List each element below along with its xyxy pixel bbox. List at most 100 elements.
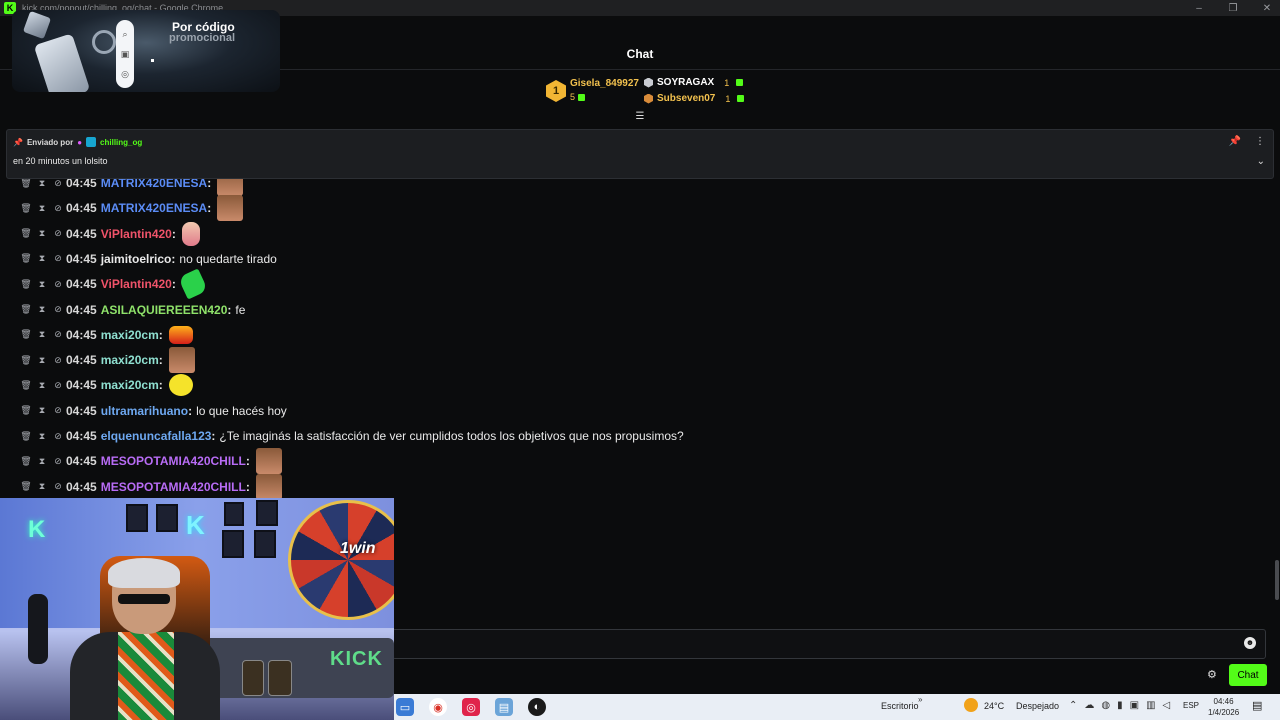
ban-icon[interactable]: ⊘ [50,304,66,315]
network-icon[interactable]: ▥ [1146,700,1155,711]
delete-message-icon[interactable]: 🗑 [18,329,34,340]
timeout-hourglass-icon[interactable]: ⧗ [34,431,50,442]
ban-icon[interactable]: ⊘ [50,203,66,214]
chat-message-row[interactable]: 🗑 ⧗ ⊘ 04:45 maxi20cm: [18,322,193,348]
ban-icon[interactable]: ⊘ [50,456,66,467]
delete-message-icon[interactable]: 🗑 [18,481,34,492]
file-explorer-icon[interactable]: ▭ [396,698,414,716]
send-chat-button[interactable]: Chat [1229,664,1267,686]
language-indicator[interactable]: ESP [1183,701,1199,710]
chat-message-row[interactable]: 🗑 ⧗ ⊘ 04:45 maxi20cm: [18,347,195,374]
timeout-hourglass-icon[interactable]: ⧗ [34,355,50,366]
delete-message-icon[interactable]: 🗑 [18,228,34,239]
desktop-label[interactable]: Escritorio [881,701,919,711]
mic-icon[interactable]: ▮ [1117,700,1123,711]
display-icon[interactable]: ▣ [1130,700,1139,711]
ban-icon[interactable]: ⊘ [50,228,66,239]
message-username[interactable]: jaimitoelrico [101,252,172,266]
delete-message-icon[interactable]: 🗑 [18,178,34,189]
ban-icon[interactable]: ⊘ [50,329,66,340]
chat-message-row[interactable]: 🗑 ⧗ ⊘ 04:45 MESOPOTAMIA420CHILL: [18,473,282,500]
message-username[interactable]: MATRIX420ENESA [101,201,207,215]
ban-icon[interactable]: ⊘ [50,355,66,366]
timeout-hourglass-icon[interactable]: ⧗ [34,329,50,340]
taskbar-clock[interactable]: 04:46 1/4/2026 [1208,696,1239,718]
message-username[interactable]: maxi20cm [101,378,159,392]
delete-message-icon[interactable]: 🗑 [18,380,34,391]
delete-message-icon[interactable]: 🗑 [18,355,34,366]
chevron-right-icon[interactable]: » [918,695,922,704]
leaderboard-row[interactable]: Subseven07 1 [644,93,745,104]
chrome-icon[interactable]: ◉ [429,698,447,716]
leaderboard-first-name[interactable]: Gisela_849927 [570,78,639,89]
delete-message-icon[interactable]: 🗑 [18,405,34,416]
weather-condition[interactable]: Despejado [1016,701,1059,711]
message-username[interactable]: ViPlantin420 [101,277,172,291]
timeout-hourglass-icon[interactable]: ⧗ [34,203,50,214]
onedrive-icon[interactable]: ☁ [1084,700,1094,711]
delete-message-icon[interactable]: 🗑 [18,253,34,264]
chat-message-input[interactable] [392,629,1266,659]
chat-scrollbar[interactable] [1275,560,1279,600]
message-username[interactable]: maxi20cm [101,353,159,367]
timeout-hourglass-icon[interactable]: ⧗ [34,481,50,492]
ban-icon[interactable]: ⊘ [50,178,66,189]
chat-message-row[interactable]: 🗑 ⧗ ⊘ 04:45 MATRIX420ENESA: [18,195,244,222]
expand-leaderboard-icon[interactable]: ☰ [633,112,647,122]
timeout-hourglass-icon[interactable]: ⧗ [34,405,50,416]
chat-message-row[interactable]: 🗑 ⧗ ⊘ 04:45 elquenuncafalla123: ¿Te imaginás … [18,423,683,449]
chevron-up-icon[interactable]: ⌃ [1069,700,1077,711]
weather-sun-icon[interactable] [964,698,978,712]
emoji-picker-icon[interactable]: ☻ [1244,637,1256,649]
obs-icon[interactable]: ◐ [528,698,546,716]
weather-temperature[interactable]: 24°C [984,701,1004,711]
timeout-hourglass-icon[interactable]: ⧗ [34,304,50,315]
message-username[interactable]: ViPlantin420 [101,227,172,241]
delete-message-icon[interactable]: 🗑 [18,431,34,442]
chat-message-row[interactable]: 🗑 ⧗ ⊘ 04:45 ViPlantin420: [18,268,208,300]
message-username[interactable]: ultramarihuano [101,404,188,418]
message-username[interactable]: ASILAQUIEREEEN420 [101,303,228,317]
notification-icon[interactable]: ▤ [1252,699,1262,712]
message-username[interactable]: elquenuncafalla123 [101,429,212,443]
minimize-icon[interactable]: – [1192,3,1206,14]
chat-message-row[interactable]: 🗑 ⧗ ⊘ 04:45 maxi20cm: [18,372,193,398]
ban-icon[interactable]: ⊘ [50,279,66,290]
chat-message-row[interactable]: 🗑 ⧗ ⊘ 04:45 ultramarihuano: lo que hacés hoy [18,398,287,424]
security-icon[interactable]: ◍ [1101,700,1110,711]
leaderboard-row[interactable]: SOYRAGAX 1 [644,77,744,88]
message-username[interactable]: maxi20cm [101,328,159,342]
ban-icon[interactable]: ⊘ [50,405,66,416]
message-username[interactable]: MESOPOTAMIA420CHILL [101,454,246,468]
volume-icon[interactable]: ◁ [1163,700,1171,711]
app-record-icon[interactable]: ◎ [462,698,480,716]
timeout-hourglass-icon[interactable]: ⧗ [34,253,50,264]
pinned-author[interactable]: chilling_og [100,138,142,147]
timeout-hourglass-icon[interactable]: ⧗ [34,178,50,189]
close-icon[interactable]: ✕ [1260,3,1274,14]
timeout-hourglass-icon[interactable]: ⧗ [34,228,50,239]
ban-icon[interactable]: ⊘ [50,431,66,442]
delete-message-icon[interactable]: 🗑 [18,456,34,467]
pin-icon[interactable]: 📌 [1229,136,1241,147]
more-options-icon[interactable]: ⋮ [1255,136,1265,147]
restore-icon[interactable]: ❐ [1226,3,1240,14]
chat-settings-gear-icon[interactable]: ⚙ [1207,668,1217,681]
delete-message-icon[interactable]: 🗑 [18,279,34,290]
ban-icon[interactable]: ⊘ [50,380,66,391]
chat-message-row[interactable]: 🗑 ⧗ ⊘ 04:45 jaimitoelrico: no quedarte tirado [18,246,277,272]
gift-leaderboard[interactable]: 1 Gisela_849927 5 SOYRAGAX 1 Subseven07 … [546,76,746,108]
chevron-down-icon[interactable]: ⌄ [1257,156,1265,167]
timeout-hourglass-icon[interactable]: ⧗ [34,380,50,391]
timeout-hourglass-icon[interactable]: ⧗ [34,456,50,467]
delete-message-icon[interactable]: 🗑 [18,203,34,214]
ban-icon[interactable]: ⊘ [50,481,66,492]
ban-icon[interactable]: ⊘ [50,253,66,264]
chat-message-row[interactable]: 🗑 ⧗ ⊘ 04:45 MESOPOTAMIA420CHILL: [18,448,282,475]
message-username[interactable]: MESOPOTAMIA420CHILL [101,480,246,494]
delete-message-icon[interactable]: 🗑 [18,304,34,315]
chat-message-row[interactable]: 🗑 ⧗ ⊘ 04:45 ASILAQUIEREEEN420: fe [18,297,245,323]
chat-message-row[interactable]: 🗑 ⧗ ⊘ 04:45 ViPlantin420: [18,221,200,247]
app-window-icon[interactable]: ▤ [495,698,513,716]
timeout-hourglass-icon[interactable]: ⧗ [34,279,50,290]
